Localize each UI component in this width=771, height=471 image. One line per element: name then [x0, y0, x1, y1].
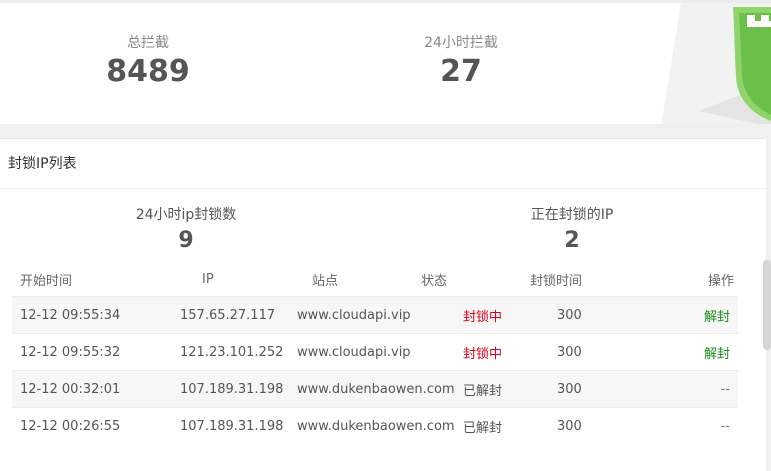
vertical-scrollbar[interactable] [763, 260, 771, 350]
duration-cell: 300 [557, 381, 582, 397]
status-cell: 已解封 [463, 383, 503, 399]
header-site: 站点 [312, 274, 339, 289]
table-row: 12-12 00:26:55 107.189.31.198 www.dukenb… [12, 407, 738, 444]
day-blocked-value: 27 [440, 54, 482, 89]
day-blocked-label: 24小时拦截 [424, 35, 498, 51]
day-ip-blocked-value: 9 [178, 228, 194, 253]
table-row: 12-12 09:55:32 121.23.101.252 www.clouda… [12, 333, 738, 370]
day-ip-blocked-summary: 24小时ip封锁数 9 [76, 206, 296, 254]
site-cell: www.cloudapi.vip [297, 307, 411, 323]
ip-cell: 157.65.27.117 [180, 307, 276, 323]
duration-cell: 300 [557, 344, 582, 360]
header-action: 操作 [707, 274, 734, 289]
current-blocked-label: 正在封锁的IP [530, 207, 614, 223]
total-blocked-stat: 总拦截 8489 [48, 33, 248, 89]
unblock-link[interactable]: 解封 [704, 297, 730, 333]
unblock-link[interactable]: 解封 [704, 334, 730, 370]
table-row: 12-12 00:32:01 107.189.31.198 www.dukenb… [12, 370, 738, 407]
header-status: 状态 [421, 274, 448, 289]
blocked-ip-panel: 封锁IP列表 24小时ip封锁数 9 正在封锁的IP 2 开始时间 IP 站点 … [0, 138, 766, 471]
ip-cell: 107.189.31.198 [180, 381, 284, 397]
ip-cell: 107.189.31.198 [180, 418, 284, 434]
ip-cell: 121.23.101.252 [180, 344, 284, 360]
status-cell: 封锁中 [463, 309, 503, 325]
site-cell: www.dukenbaowen.com [297, 381, 455, 397]
header-start-time: 开始时间 [20, 274, 73, 289]
day-blocked-stat: 24小时拦截 27 [361, 33, 561, 89]
action-placeholder: -- [720, 381, 730, 397]
action-placeholder: -- [720, 418, 730, 434]
current-blocked-summary: 正在封锁的IP 2 [462, 206, 682, 254]
start-time-cell: 12-12 09:55:34 [20, 307, 121, 323]
blocked-ip-table: 开始时间 IP 站点 状态 封锁时间 操作 12-12 09:55:34 157… [12, 263, 738, 444]
current-blocked-value: 2 [564, 228, 580, 253]
status-cell: 封锁中 [463, 346, 503, 362]
header-duration: 封锁时间 [530, 274, 583, 289]
site-cell: www.dukenbaowen.com [297, 418, 455, 434]
start-time-cell: 12-12 09:55:32 [20, 344, 121, 360]
table-row: 12-12 09:55:34 157.65.27.117 www.cloudap… [12, 296, 738, 333]
header-ip: IP [202, 272, 214, 287]
start-time-cell: 12-12 00:32:01 [20, 381, 121, 397]
duration-cell: 300 [557, 307, 582, 323]
stats-card: 总拦截 8489 24小时拦截 27 [0, 0, 771, 124]
day-ip-blocked-label: 24小时ip封锁数 [135, 207, 237, 223]
total-blocked-value: 8489 [106, 54, 190, 89]
duration-cell: 300 [557, 418, 582, 434]
total-blocked-label: 总拦截 [127, 35, 169, 51]
panel-title: 封锁IP列表 [0, 139, 766, 189]
shield-icon [641, 3, 771, 124]
table-header-row: 开始时间 IP 站点 状态 封锁时间 操作 [12, 263, 738, 296]
site-cell: www.cloudapi.vip [297, 344, 411, 360]
status-cell: 已解封 [463, 420, 503, 436]
start-time-cell: 12-12 00:26:55 [20, 418, 121, 434]
